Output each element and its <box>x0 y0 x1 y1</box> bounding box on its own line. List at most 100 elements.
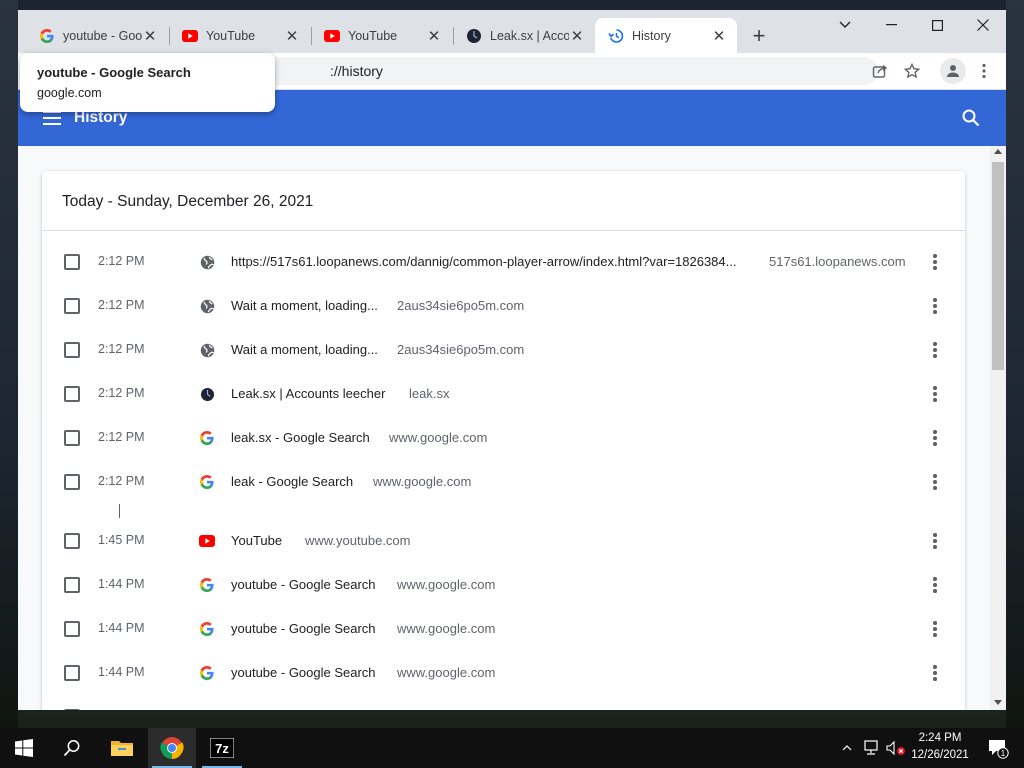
entry-title-link[interactable]: leak.sx - Google Search <box>231 430 370 445</box>
history-entry[interactable]: 1:44 PM youtube - Google Search www.google… <box>42 651 965 695</box>
file-explorer-button[interactable] <box>98 728 146 768</box>
profile-avatar[interactable] <box>940 58 966 84</box>
entry-time: 1:44 PM <box>98 621 145 635</box>
close-tab-icon[interactable]: ✕ <box>711 28 727 45</box>
more-actions-icon[interactable] <box>927 384 943 404</box>
scrollbar-thumb[interactable] <box>992 162 1004 370</box>
scroll-up-arrow-icon[interactable] <box>994 149 1002 154</box>
taskbar-search-button[interactable] <box>48 728 96 768</box>
google-icon <box>199 430 215 446</box>
minimize-button[interactable] <box>868 10 914 40</box>
history-entry[interactable]: 2:12 PM Wait a moment, loading... 2aus34si… <box>42 328 965 372</box>
menu-icon[interactable] <box>43 111 61 125</box>
history-entry[interactable]: 2:12 PM https://517s61.loopanews.com/dann… <box>42 240 965 284</box>
close-tab-icon[interactable]: ✕ <box>426 28 442 45</box>
tab-youtube-google-search[interactable]: youtube - Google Search ✕ <box>26 18 168 53</box>
google-icon <box>199 665 215 681</box>
close-tab-icon[interactable]: ✕ <box>142 28 158 45</box>
more-menu-button[interactable] <box>974 61 994 81</box>
close-window-button[interactable] <box>960 10 1006 40</box>
windows-logo-icon <box>15 739 33 757</box>
entry-checkbox[interactable] <box>64 430 80 446</box>
close-tab-icon[interactable]: ✕ <box>569 28 585 45</box>
scrollbar[interactable] <box>990 146 1006 710</box>
entry-checkbox[interactable] <box>64 254 80 270</box>
more-actions-icon[interactable] <box>927 575 943 595</box>
clock-time[interactable]: 2:24 PM <box>910 732 970 744</box>
history-entry[interactable]: 1:45 PM YouTube www.youtube.com <box>42 519 965 563</box>
entry-title-link[interactable]: YouTube <box>231 533 282 548</box>
more-actions-icon[interactable] <box>927 619 943 639</box>
history-entry-partial[interactable] <box>42 695 965 710</box>
entry-checkbox[interactable] <box>64 342 80 358</box>
maximize-button[interactable] <box>914 10 960 40</box>
more-actions-icon[interactable] <box>927 340 943 360</box>
network-status-button[interactable] <box>860 728 882 768</box>
entry-checkbox[interactable] <box>64 533 80 549</box>
history-entry[interactable]: 2:12 PM leak.sx - Google Search www.google… <box>42 416 965 460</box>
show-hidden-icons-button[interactable] <box>838 728 856 768</box>
history-icon <box>608 28 624 44</box>
entry-domain: 2aus34sie6po5m.com <box>397 298 525 313</box>
7zip-button[interactable]: 7z <box>198 728 246 768</box>
share-icon[interactable] <box>870 61 890 81</box>
entry-checkbox[interactable] <box>64 621 80 637</box>
more-actions-icon[interactable] <box>927 472 943 492</box>
volume-muted-icon <box>886 740 905 756</box>
action-center-button[interactable]: 1 <box>978 728 1018 768</box>
entry-title-link[interactable]: https://517s61.loopanews.com/dannig/comm… <box>231 254 736 269</box>
tab-leak-sx[interactable]: Leak.sx | Accounts leecher ✕ <box>453 18 595 53</box>
new-tab-button[interactable]: + <box>748 23 770 48</box>
minimize-icon <box>885 24 897 26</box>
more-actions-icon[interactable] <box>927 296 943 316</box>
entry-checkbox[interactable] <box>64 665 80 681</box>
entry-title-link[interactable]: Wait a moment, loading... <box>231 298 378 313</box>
bookmark-star-icon[interactable] <box>902 61 922 81</box>
history-entry[interactable]: 2:12 PM Leak.sx | Accounts leecher leak.sx <box>42 372 965 416</box>
entry-title-link[interactable]: leak - Google Search <box>231 474 353 489</box>
entry-checkbox[interactable] <box>64 386 80 402</box>
clock-date[interactable]: 12/26/2021 <box>910 749 970 761</box>
more-actions-icon[interactable] <box>927 428 943 448</box>
tab-label: YouTube <box>348 28 398 43</box>
search-icon <box>63 740 80 757</box>
entry-title-link[interactable]: youtube - Google Search <box>231 621 376 636</box>
entry-checkbox[interactable] <box>64 709 80 710</box>
close-tab-icon[interactable]: ✕ <box>284 28 300 45</box>
scroll-down-arrow-icon[interactable] <box>994 700 1002 705</box>
entry-title-link[interactable]: youtube - Google Search <box>231 577 376 592</box>
notifications-icon: 1 <box>989 740 1009 759</box>
history-entry[interactable]: 1:44 PM youtube - Google Search www.google… <box>42 563 965 607</box>
chrome-button[interactable] <box>148 728 196 768</box>
entry-checkbox[interactable] <box>64 474 80 490</box>
volume-button[interactable] <box>884 728 908 768</box>
entry-checkbox[interactable] <box>64 577 80 593</box>
globe-icon <box>199 254 215 270</box>
entry-title-link[interactable]: Wait a moment, loading... <box>231 342 378 357</box>
start-button[interactable] <box>0 728 48 768</box>
svg-text:7z: 7z <box>215 741 229 756</box>
entry-domain: www.google.com <box>397 577 496 592</box>
tab-youtube-1[interactable]: YouTube ✕ <box>169 18 310 53</box>
entry-domain: www.google.com <box>389 430 488 445</box>
entry-time: 2:12 PM <box>98 298 145 312</box>
entry-time: 2:12 PM <box>98 342 145 356</box>
more-actions-icon[interactable] <box>927 531 943 551</box>
search-icon[interactable] <box>961 108 981 128</box>
entry-title-link[interactable]: youtube - Google Search <box>231 665 376 680</box>
tab-search-button[interactable] <box>822 10 868 40</box>
entry-domain: 2aus34sie6po5m.com <box>397 342 525 357</box>
history-entry[interactable]: 2:12 PM leak - Google Search www.google.co… <box>42 460 965 504</box>
more-actions-icon[interactable] <box>927 252 943 272</box>
entry-domain: 517s61.loopanews.com <box>769 254 906 269</box>
history-entry[interactable]: 2:12 PM Wait a moment, loading... 2aus34si… <box>42 284 965 328</box>
entry-title-link[interactable]: Leak.sx | Accounts leecher <box>231 386 385 401</box>
history-entry[interactable]: 1:44 PM youtube - Google Search www.google… <box>42 607 965 651</box>
more-actions-icon[interactable] <box>927 663 943 683</box>
tab-history[interactable]: History ✕ <box>595 18 737 53</box>
tab-youtube-2[interactable]: YouTube ✕ <box>311 18 452 53</box>
chrome-icon <box>160 737 184 759</box>
entry-checkbox[interactable] <box>64 298 80 314</box>
entry-time: 2:12 PM <box>98 474 145 488</box>
divider <box>42 230 965 231</box>
